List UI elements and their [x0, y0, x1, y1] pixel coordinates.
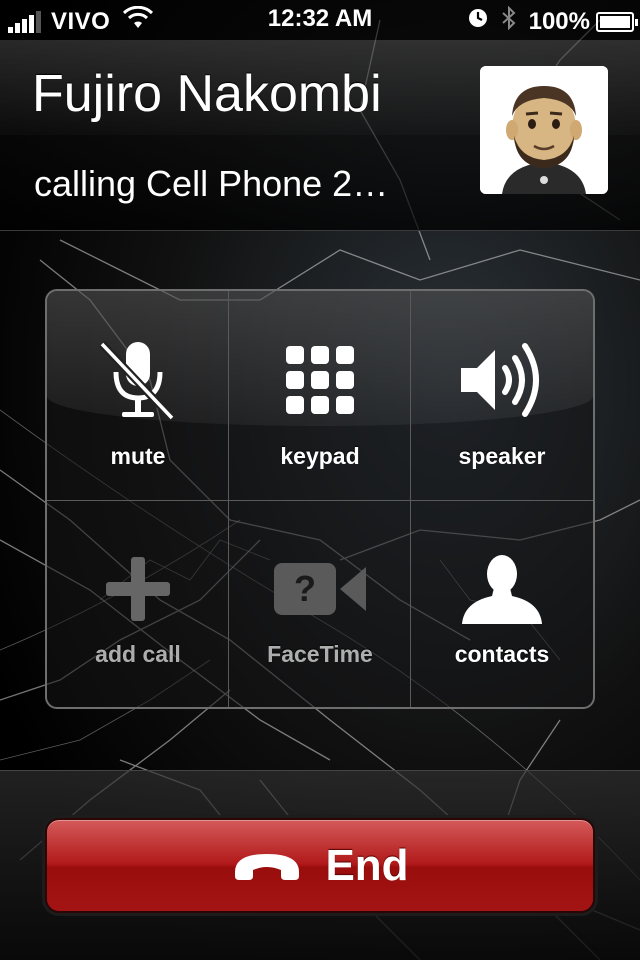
mute-button[interactable]: mute [47, 291, 229, 499]
speaker-label: speaker [458, 443, 546, 469]
caller-avatar [480, 66, 608, 194]
facetime-camera-icon: ? [274, 563, 366, 615]
add-call-button[interactable]: add call [47, 501, 229, 707]
phone-hangup-icon [235, 853, 300, 880]
mute-microphone-icon [99, 341, 175, 421]
status-bar: VIVO 12:32 AM 100% [0, 0, 640, 40]
keypad-grid-icon [286, 346, 354, 414]
plus-icon [106, 557, 170, 621]
facetime-label: FaceTime [267, 641, 373, 667]
caller-name: Fujiro Nakombi [32, 65, 382, 123]
contacts-button[interactable]: contacts [411, 501, 593, 707]
speaker-icon [461, 343, 539, 417]
speaker-button[interactable]: speaker [411, 291, 593, 499]
battery-percentage: 100% [528, 7, 590, 35]
contact-person-icon [462, 555, 542, 624]
battery-charging-icon [596, 11, 638, 32]
keypad-label: keypad [280, 443, 360, 469]
svg-text:?: ? [294, 568, 316, 609]
alarm-clock-icon [467, 7, 489, 36]
call-screen: VIVO 12:32 AM 100% Fujiro Nakombi callin… [0, 0, 640, 960]
keypad-button[interactable]: keypad [229, 291, 411, 499]
end-call-button[interactable]: End [45, 818, 595, 913]
mute-label: mute [110, 443, 166, 469]
contacts-label: contacts [454, 641, 550, 667]
bluetooth-icon [501, 5, 517, 37]
call-controls-panel: mute keypad speaker add call ? FaceTime … [45, 289, 595, 709]
call-status: calling Cell Phone 2… [34, 163, 389, 204]
caller-header: Fujiro Nakombi calling Cell Phone 2… [0, 40, 640, 231]
end-call-label: End [325, 840, 409, 890]
facetime-button[interactable]: ? FaceTime [229, 501, 411, 707]
add-call-label: add call [95, 641, 181, 667]
